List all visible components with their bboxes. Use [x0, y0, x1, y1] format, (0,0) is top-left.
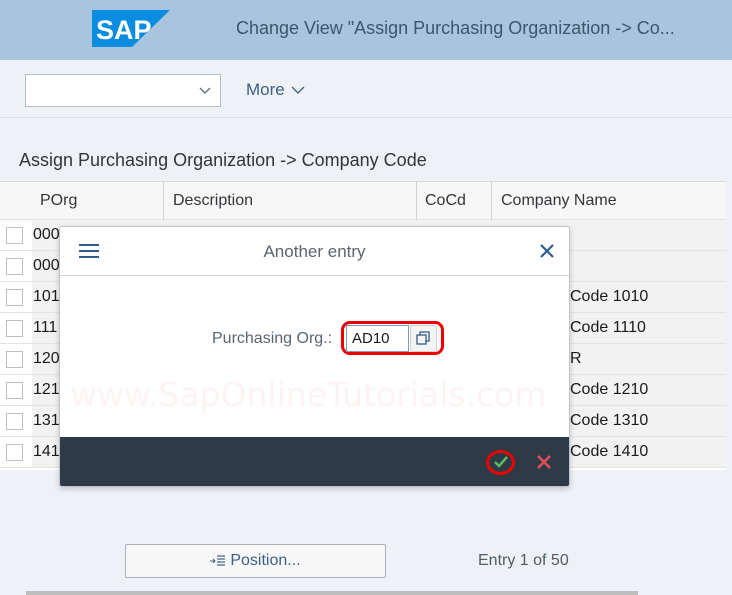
table-header: POrg Description CoCd Company Name	[0, 182, 726, 220]
cell-porg: 141	[33, 443, 60, 460]
column-header-company-name[interactable]: Company Name	[501, 192, 617, 210]
column-divider[interactable]	[491, 182, 492, 220]
entry-count: Entry 1 of 50	[478, 552, 569, 569]
row-checkbox[interactable]	[6, 320, 23, 337]
column-header-cocd[interactable]: CoCd	[425, 192, 466, 210]
shell-bar: SAP Change View "Assign Purchasing Organ…	[0, 0, 732, 60]
column-divider[interactable]	[163, 182, 164, 220]
cancel-icon[interactable]	[536, 454, 552, 470]
position-label: Position...	[230, 552, 301, 569]
row-checkbox[interactable]	[6, 382, 23, 399]
cell-company-name: R	[570, 350, 582, 367]
value-help-button[interactable]	[410, 325, 437, 352]
row-checkbox[interactable]	[6, 258, 23, 275]
another-entry-dialog: Another entry www.SapOnlineTutorials.com…	[59, 226, 570, 487]
cell-porg: 120	[33, 350, 60, 367]
cell-company-name: Code 1110	[570, 319, 646, 336]
cell-company-name: Code 1410	[570, 443, 649, 460]
close-icon[interactable]	[539, 243, 555, 259]
cell-company-name: Code 1210	[570, 381, 649, 398]
checkmark-icon	[494, 456, 508, 468]
row-checkbox[interactable]	[6, 227, 23, 244]
section-title: Assign Purchasing Organization -> Compan…	[19, 150, 427, 170]
sap-logo[interactable]: SAP	[92, 10, 170, 47]
purchasing-org-label: Purchasing Org.:	[212, 330, 333, 347]
continue-button[interactable]	[486, 450, 515, 475]
cell-company-name: Code 1010	[570, 288, 649, 305]
row-checkbox[interactable]	[6, 444, 23, 461]
column-divider[interactable]	[416, 182, 417, 220]
action-select[interactable]	[25, 74, 221, 107]
position-button[interactable]: Position...	[125, 544, 386, 578]
row-checkbox[interactable]	[6, 413, 23, 430]
cell-porg: 111	[33, 319, 58, 336]
watermark: www.SapOnlineTutorials.com	[70, 375, 547, 414]
row-checkbox[interactable]	[6, 289, 23, 306]
svg-text:SAP: SAP	[96, 15, 152, 45]
window-title: Change View "Assign Purchasing Organizat…	[236, 18, 675, 38]
dialog-title: Another entry	[263, 242, 366, 261]
more-label: More	[246, 80, 285, 99]
toolbar: More	[0, 60, 732, 118]
more-menu-button[interactable]: More	[246, 80, 305, 100]
column-header-description[interactable]: Description	[173, 192, 253, 210]
chevron-down-icon	[291, 86, 305, 94]
cell-porg: 121	[33, 381, 60, 398]
purchasing-org-input[interactable]	[346, 325, 409, 352]
cell-company-name: Code 1310	[570, 412, 649, 429]
dialog-header: Another entry	[60, 227, 569, 276]
row-checkbox[interactable]	[6, 351, 23, 368]
cell-porg: 131	[33, 412, 60, 429]
chevron-down-icon	[199, 87, 211, 94]
dialog-footer	[60, 437, 569, 486]
cell-porg: 000	[33, 257, 60, 274]
value-help-icon	[416, 331, 430, 345]
column-header-porg[interactable]: POrg	[40, 192, 77, 210]
cell-porg: 101	[33, 288, 60, 305]
horizontal-scrollbar[interactable]	[26, 591, 638, 595]
cell-porg: 000	[33, 226, 60, 243]
position-icon	[210, 555, 226, 566]
